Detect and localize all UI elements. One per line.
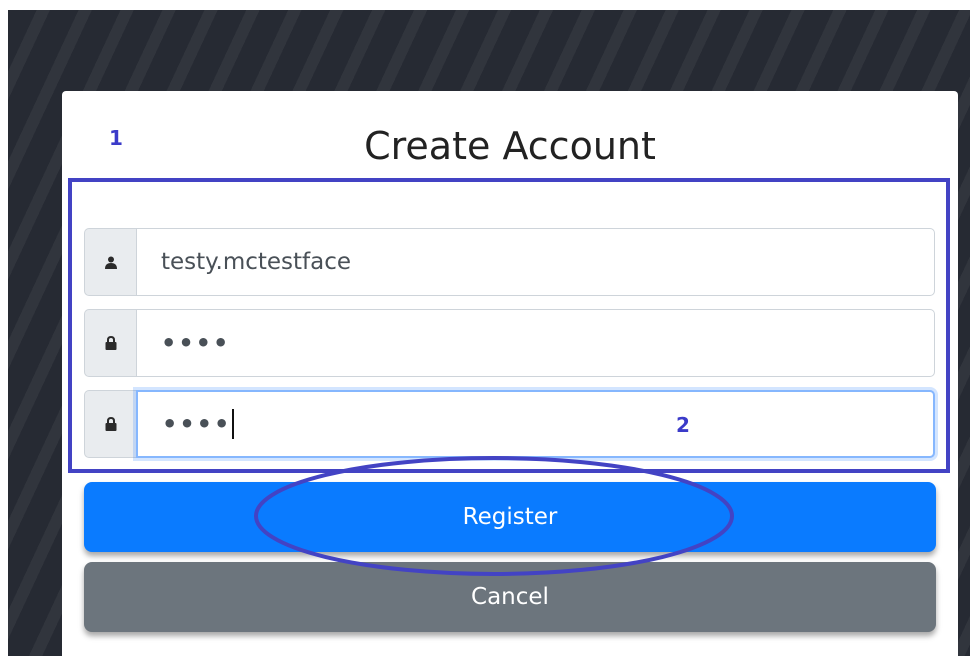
username-input[interactable] [136,228,935,296]
screen: 1 Create Account •••• [0,0,970,656]
password-value: •••• [161,329,231,357]
annotation-label-2: 2 [676,413,690,437]
username-addon [84,228,136,296]
text-caret [232,409,235,439]
lock-icon [105,417,116,431]
password-input[interactable]: •••• [136,309,935,377]
confirm-password-input[interactable]: •••• [136,390,935,458]
lock-icon [105,336,116,350]
confirm-password-value: •••• [162,410,232,438]
password-addon [84,309,136,377]
register-button[interactable]: Register [84,482,936,552]
user-icon [104,256,117,269]
confirm-password-input-group: •••• [84,390,935,458]
cancel-button[interactable]: Cancel [84,562,936,632]
page-title: Create Account [364,124,656,168]
confirm-password-addon [84,390,136,458]
username-input-group [84,228,935,296]
password-input-group: •••• [84,309,935,377]
